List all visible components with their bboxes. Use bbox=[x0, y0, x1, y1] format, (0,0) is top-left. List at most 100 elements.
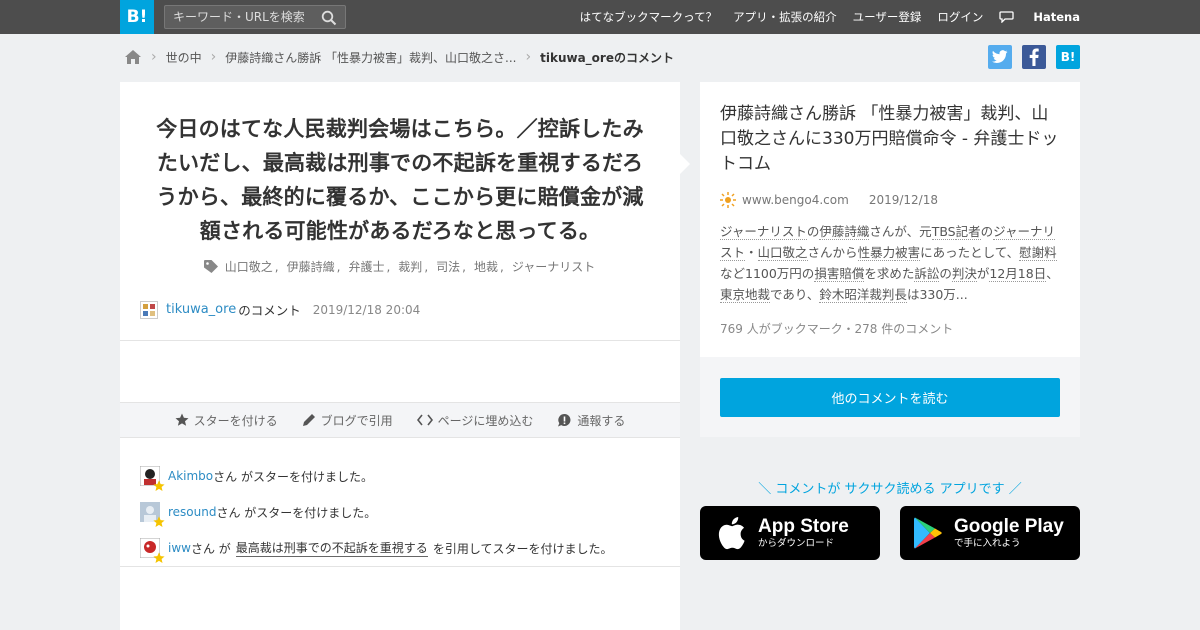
tag-item[interactable]: 裁判 bbox=[398, 258, 422, 275]
bookmark-counts[interactable]: 769 人がブックマーク・278 件のコメント bbox=[720, 320, 953, 337]
top-bar: B! はてなブックマークって？ アプリ・拡張の紹介 ユーザー登録 ログイン Ha… bbox=[0, 0, 1200, 34]
entry-title[interactable]: 伊藤詩織さん勝訴 「性暴力被害」裁判、山口敬之さんに330万円賠償命令 - 弁護… bbox=[720, 102, 1065, 177]
entry-summary: ジャーナリストの伊藤詩織さんが、元TBS記者のジャーナリスト・山口敬之さんから性… bbox=[720, 221, 1065, 305]
app-store-title: App Store bbox=[758, 516, 849, 537]
tag-item[interactable]: 山口敬之 bbox=[225, 258, 273, 275]
facebook-icon bbox=[1022, 45, 1046, 69]
breadcrumb: › 世の中 › 伊藤詩織さん勝訴 「性暴力被害」裁判、山口敬之さ... › ti… bbox=[124, 46, 674, 68]
star-quote[interactable]: 最高裁は刑事での不起訴を重視する bbox=[235, 539, 428, 557]
summary-text: など1100万円の bbox=[720, 266, 815, 281]
nav-login[interactable]: ログイン bbox=[937, 9, 983, 25]
divider bbox=[120, 566, 680, 567]
summary-keyword-link[interactable]: 判決 bbox=[951, 266, 977, 282]
author-suffix: のコメント bbox=[238, 303, 301, 318]
tag-item[interactable]: 伊藤詩織 bbox=[287, 258, 335, 275]
summary-keyword-link[interactable]: 訴訟 bbox=[914, 266, 940, 282]
summary-text: であり、 bbox=[770, 287, 820, 302]
summary-keyword-link[interactable]: ジャーナリスト bbox=[720, 224, 807, 240]
summary-text: を求めた bbox=[864, 266, 915, 281]
star-username[interactable]: resound bbox=[168, 505, 216, 519]
apple-icon bbox=[718, 517, 745, 550]
avatar[interactable] bbox=[139, 537, 165, 563]
hatena-bookmark-logo[interactable]: B! bbox=[120, 0, 154, 34]
google-play-button[interactable]: Google Play で手に入れよう bbox=[900, 506, 1080, 560]
summary-text: ・ bbox=[745, 245, 758, 260]
summary-keyword-link[interactable]: 性暴力 bbox=[857, 245, 896, 261]
entry-card: 伊藤詩織さん勝訴 「性暴力被害」裁判、山口敬之さんに330万円賠償命令 - 弁護… bbox=[700, 82, 1080, 437]
hatena-bubble-icon bbox=[999, 11, 1015, 23]
home-icon[interactable] bbox=[124, 49, 142, 65]
nav-apps[interactable]: アプリ・拡張の紹介 bbox=[733, 9, 837, 25]
nav-register[interactable]: ユーザー登録 bbox=[853, 9, 922, 25]
star-text-mid: さん が bbox=[190, 541, 231, 556]
comment-author: tikuwa_ore のコメント 2019/12/18 20:04 bbox=[140, 300, 420, 319]
hatena-bookmark-icon: B! bbox=[1056, 45, 1080, 69]
breadcrumb-entry[interactable]: 伊藤詩織さん勝訴 「性暴力被害」裁判、山口敬之さ... bbox=[225, 49, 516, 66]
comment-actions: スターを付ける ブログで引用 ページに埋め込む 通報する bbox=[120, 402, 680, 438]
summary-keyword-link[interactable]: 慰謝料 bbox=[1019, 245, 1057, 261]
top-nav: はてなブックマークって？ アプリ・拡張の紹介 ユーザー登録 ログイン Haten… bbox=[564, 0, 1080, 34]
hatena-brand-link[interactable]: Hatena bbox=[999, 10, 1080, 24]
tag-item[interactable]: ジャーナリスト bbox=[512, 258, 595, 275]
star-username[interactable]: Akimbo bbox=[168, 469, 213, 483]
summary-keyword-link[interactable]: 東京地裁 bbox=[720, 287, 771, 303]
avatar[interactable] bbox=[140, 502, 165, 527]
app-store-button[interactable]: App Store からダウンロード bbox=[700, 506, 880, 560]
tag-icon bbox=[203, 259, 218, 273]
summary-text: にあったとして、 bbox=[920, 245, 1020, 260]
share-hatena[interactable]: B! bbox=[1056, 45, 1080, 69]
summary-text: が bbox=[976, 266, 990, 281]
google-play-title: Google Play bbox=[954, 516, 1064, 537]
nav-about[interactable]: はてなブックマークって？ bbox=[580, 9, 717, 25]
list-item: resound さん がスターを付けました。 bbox=[140, 494, 660, 530]
google-play-icon bbox=[914, 517, 942, 549]
report-button[interactable]: 通報する bbox=[557, 412, 625, 429]
favicon-icon bbox=[720, 192, 736, 208]
star-icon bbox=[153, 552, 165, 563]
author-username[interactable]: tikuwa_ore bbox=[166, 302, 236, 317]
search-box bbox=[164, 5, 346, 29]
search-input[interactable] bbox=[165, 6, 315, 28]
summary-keyword-link[interactable]: 損害賠償 bbox=[814, 266, 865, 282]
avatar[interactable] bbox=[140, 300, 158, 319]
summary-keyword-link[interactable]: 裁判長 bbox=[869, 287, 907, 303]
app-store-subtitle: からダウンロード bbox=[758, 538, 835, 549]
embed-button[interactable]: ページに埋め込む bbox=[416, 412, 534, 429]
entry-domain[interactable]: www.bengo4.com bbox=[742, 193, 849, 207]
tag-item[interactable]: 弁護士 bbox=[348, 258, 384, 275]
tag-item[interactable]: 地裁 bbox=[474, 258, 498, 275]
alert-bubble-icon bbox=[558, 413, 571, 426]
app-promo-text: ＼ コメントが サクサク読める アプリです ／ bbox=[758, 482, 1022, 497]
tag-item[interactable]: 司法 bbox=[436, 258, 460, 275]
share-twitter[interactable] bbox=[988, 45, 1012, 69]
blog-quote-label: ブログで引用 bbox=[320, 413, 393, 428]
add-star-button[interactable]: スターを付ける bbox=[175, 412, 278, 429]
entry-meta: www.bengo4.com 2019/12/18 bbox=[720, 192, 938, 208]
summary-keyword-link[interactable]: TBS bbox=[931, 224, 956, 240]
summary-keyword-link[interactable]: 伊藤詩織 bbox=[819, 224, 870, 240]
star-icon bbox=[175, 413, 189, 426]
comment-card: 今日のはてな人民裁判会場はこちら。／控訴したみたいだし、最高裁は刑事での不起訴を… bbox=[120, 82, 680, 630]
summary-keyword-link[interactable]: 記者 bbox=[955, 224, 981, 240]
list-item: Akimbo さん がスターを付けました。 bbox=[139, 458, 660, 494]
summary-keyword-link[interactable]: 被害 bbox=[895, 245, 921, 261]
entry-card-footer: 他のコメントを読む bbox=[700, 357, 1080, 437]
pencil-icon bbox=[302, 414, 315, 426]
summary-keyword-link[interactable]: 鈴木昭洋 bbox=[819, 287, 870, 303]
embed-label: ページに埋め込む bbox=[437, 413, 534, 428]
code-icon bbox=[416, 414, 433, 426]
summary-keyword-link[interactable]: 12月18日 bbox=[989, 266, 1047, 282]
blog-quote-button[interactable]: ブログで引用 bbox=[302, 412, 393, 429]
search-icon[interactable] bbox=[321, 10, 337, 26]
star-username[interactable]: iww bbox=[168, 541, 191, 555]
summary-text: 、 bbox=[1046, 266, 1059, 281]
breadcrumb-category[interactable]: 世の中 bbox=[166, 49, 202, 66]
comment-timestamp[interactable]: 2019/12/18 20:04 bbox=[313, 303, 421, 317]
entry-date: 2019/12/18 bbox=[868, 193, 938, 207]
share-facebook[interactable] bbox=[1022, 45, 1046, 69]
summary-text: の bbox=[806, 224, 820, 239]
read-more-comments-button[interactable]: 他のコメントを読む bbox=[720, 378, 1060, 417]
star-text: を引用してスターを付けました。 bbox=[432, 541, 613, 556]
summary-keyword-link[interactable]: 山口敬之 bbox=[757, 245, 808, 261]
avatar[interactable] bbox=[139, 465, 165, 491]
